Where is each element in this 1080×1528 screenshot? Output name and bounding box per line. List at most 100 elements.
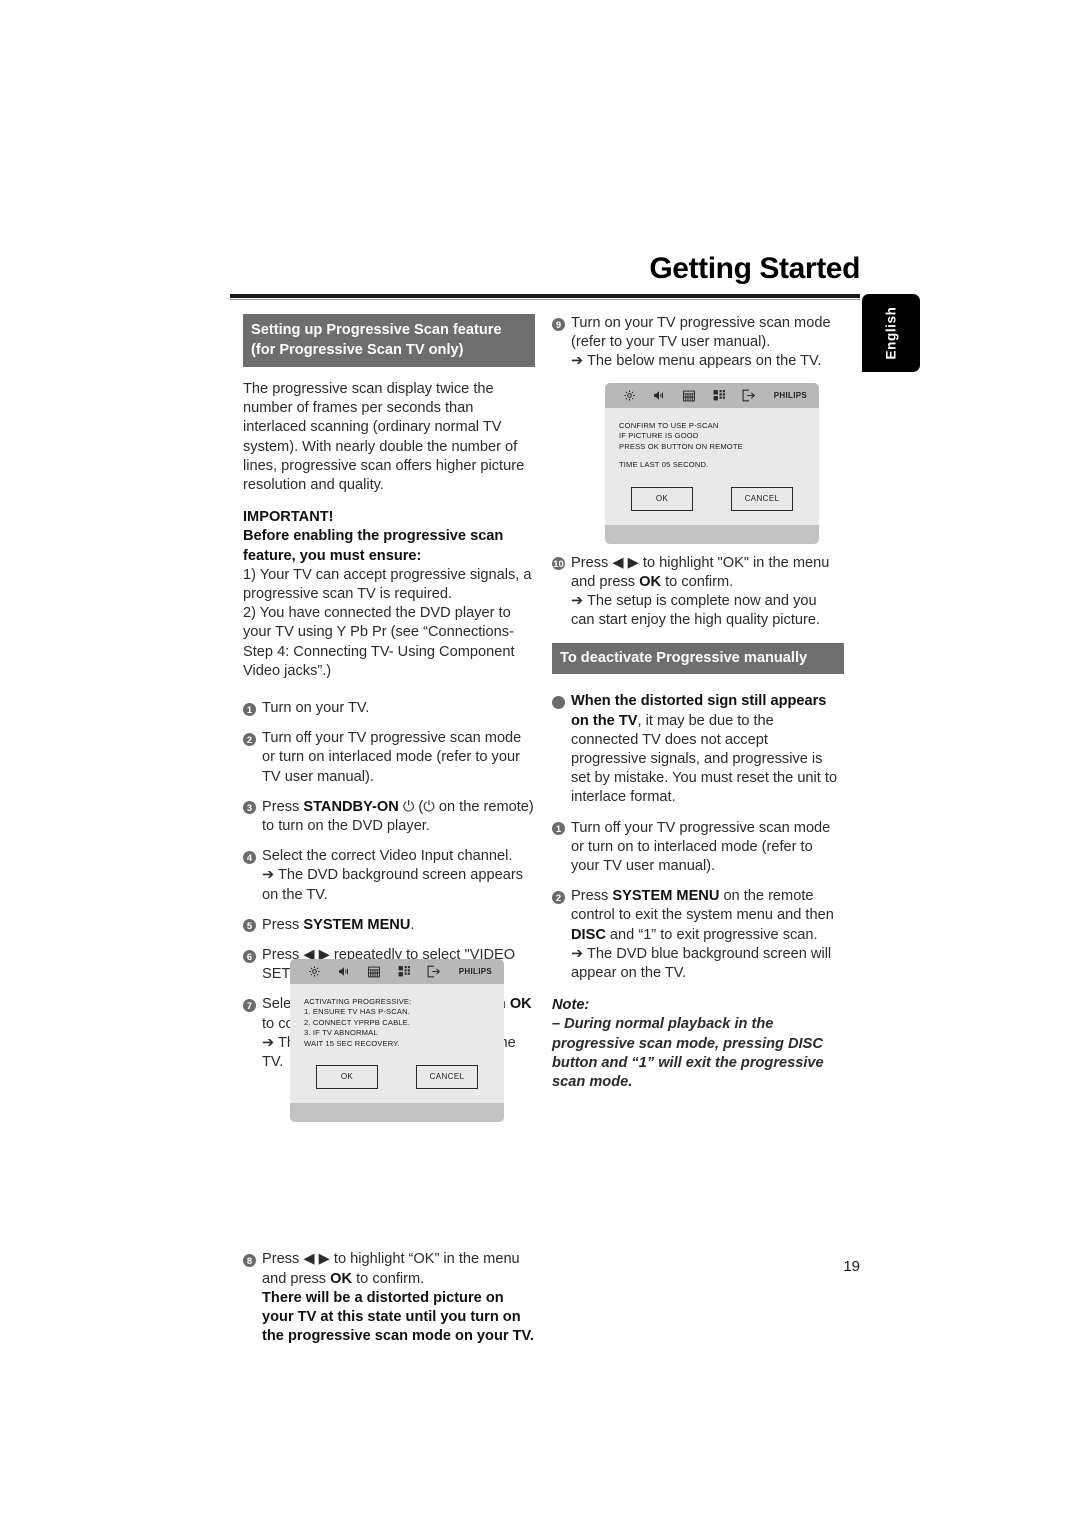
note-body: – During normal playback in the progress… xyxy=(552,1016,824,1091)
step-1: 1 Turn on your TV. xyxy=(243,699,535,718)
ensure-item-2: 2) You have connected the DVD player to … xyxy=(243,605,515,679)
osd-message-body: ACTIVATING PROGRESSIVE: 1. ENSURE TV HAS… xyxy=(290,984,504,1049)
speaker-icon xyxy=(329,965,359,978)
step-text: Turn on your TV progressive scan mode (r… xyxy=(571,315,831,351)
step-number-badge: 1 xyxy=(552,822,565,836)
step-result: ➔ The DVD background screen appears on t… xyxy=(262,867,524,903)
osd-line: 2. CONNECT YPRPB CABLE. xyxy=(304,1017,411,1027)
step-keyword-standby-on: STANDBY-ON xyxy=(303,798,399,815)
step-text-end: and “1” to exit progressive scan. xyxy=(605,926,818,943)
step-9: 9 Turn on your TV progressive scan mode … xyxy=(552,314,844,372)
step-number-badge: 4 xyxy=(243,850,256,864)
left-column: Setting up Progressive Scan feature (for… xyxy=(243,314,535,1346)
exit-arrow-icon xyxy=(419,965,449,978)
step-keyword-system-menu: SYSTEM MENU xyxy=(612,888,720,905)
osd-ok-button[interactable]: OK xyxy=(631,486,693,511)
philips-logo: PHILIPS xyxy=(458,966,492,976)
step-number-badge: 5 xyxy=(243,919,256,933)
step-text: Turn on your TV. xyxy=(262,700,370,717)
step-keyword-system-menu: SYSTEM MENU xyxy=(303,916,411,933)
manual-page: Getting Started English Setting up Progr… xyxy=(0,0,1080,1528)
speaker-icon xyxy=(644,389,674,402)
step-text: Select the correct Video Input channel. xyxy=(262,848,513,865)
step-number-badge: 1 xyxy=(243,702,256,716)
step-number-badge: 8 xyxy=(243,1253,256,1267)
osd-line: ACTIVATING PROGRESSIVE: xyxy=(304,997,412,1006)
osd-line: IF PICTURE IS GOOD xyxy=(619,431,699,441)
step-8: 8 Press ◀ ▶ to highlight “OK” in the men… xyxy=(243,1250,535,1346)
step-4: 4 Select the correct Video Input channel… xyxy=(243,847,535,905)
gear-icon xyxy=(299,965,329,978)
distorted-picture-warning: There will be a distorted picture on you… xyxy=(262,1289,534,1345)
step-result: ➔ The below menu appears on the TV. xyxy=(571,353,822,370)
step-5: 5 Press SYSTEM MENU. xyxy=(243,916,535,935)
osd-footer-bar xyxy=(605,524,819,544)
preferences-grid-icon xyxy=(704,389,734,402)
osd-line: TIME LAST 05 SECOND. xyxy=(619,460,709,470)
osd-line: CONFIRM TO USE P-SCAN xyxy=(619,421,719,430)
tv-osd-activating-progressive: PHILIPS ACTIVATING PROGRESSIVE: 1. ENSUR… xyxy=(290,959,504,1123)
right-column: 9 Turn on your TV progressive scan mode … xyxy=(552,314,844,1092)
important-label: IMPORTANT! xyxy=(243,509,334,526)
osd-footer-bar xyxy=(290,1103,504,1123)
header-divider xyxy=(230,294,860,298)
philips-logo: PHILIPS xyxy=(773,390,807,400)
language-tab-label: English xyxy=(883,306,899,360)
step-keyword-ok: OK xyxy=(639,573,662,590)
osd-line: 3. IF TV ABNORMAL xyxy=(304,1028,378,1038)
step-number-badge: 10 xyxy=(552,557,565,571)
section-heading-progressive-setup: Setting up Progressive Scan feature (for… xyxy=(243,314,535,367)
display-icon xyxy=(359,966,389,978)
step-number-badge: 2 xyxy=(243,732,256,746)
step-number-badge: 3 xyxy=(243,801,256,815)
display-icon xyxy=(674,390,704,402)
bullet-dot-icon xyxy=(552,695,565,709)
osd-line: WAIT 15 SEC RECOVERY. xyxy=(304,1038,400,1048)
section-heading-deactivate-progressive: To deactivate Progressive manually xyxy=(552,643,844,675)
osd-ok-button[interactable]: OK xyxy=(316,1065,378,1090)
step-number-badge: 2 xyxy=(552,890,565,904)
step-text-mid: to confirm. xyxy=(352,1270,425,1287)
note-title: Note: xyxy=(552,997,590,1014)
important-lead: Before enabling the progressive scan fea… xyxy=(243,528,504,564)
osd-line: 1. ENSURE TV HAS P-SCAN. xyxy=(304,1007,411,1017)
step-2: 2 Turn off your TV progressive scan mode… xyxy=(243,729,535,787)
step-10: 10 Press ◀ ▶ to highlight "OK" in the me… xyxy=(552,554,844,631)
step-text-before: Press xyxy=(262,798,304,815)
deactivate-step-1: 1 Turn off your TV progressive scan mode… xyxy=(552,819,844,877)
step-keyword-ok: OK xyxy=(509,996,532,1013)
step-text: Turn off your TV progressive scan mode o… xyxy=(571,819,831,875)
language-tab: English xyxy=(862,294,920,372)
intro-paragraph: The progressive scan display twice the n… xyxy=(243,381,525,494)
step-text: Turn off your TV progressive scan mode o… xyxy=(262,730,522,785)
osd-message-body: CONFIRM TO USE P-SCAN IF PICTURE IS GOOD… xyxy=(605,408,819,471)
step-result: ➔ The DVD blue background screen will ap… xyxy=(571,945,832,982)
ensure-item-1: 1) Your TV can accept progressive signal… xyxy=(243,566,532,603)
step-result: ➔ The setup is complete now and you can … xyxy=(571,593,821,629)
osd-button-row: OK CANCEL xyxy=(290,1049,504,1103)
step-number-badge: 6 xyxy=(243,949,256,963)
step-keyword-ok: OK xyxy=(330,1270,353,1287)
gear-icon xyxy=(614,389,644,402)
step-keyword-disc: DISC xyxy=(571,926,606,943)
step-text-before: Press xyxy=(571,888,613,905)
step-number-badge: 7 xyxy=(243,998,256,1012)
deactivate-note-bullet: When the distorted sign still appears on… xyxy=(552,692,844,807)
exit-arrow-icon xyxy=(734,389,764,402)
osd-button-row: OK CANCEL xyxy=(605,471,819,525)
page-title: Getting Started xyxy=(649,252,860,285)
osd-icon-bar: PHILIPS xyxy=(290,959,504,984)
step-text-mid: . xyxy=(410,916,415,933)
preferences-grid-icon xyxy=(389,965,419,978)
deactivate-step-2: 2 Press SYSTEM MENU on the remote contro… xyxy=(552,887,844,983)
step-number-badge: 9 xyxy=(552,317,565,331)
osd-cancel-button[interactable]: CANCEL xyxy=(731,486,793,511)
step-3: 3 Press STANDBY-ON ⏻ (⏻ on the remote) t… xyxy=(243,798,535,836)
tv-osd-confirm-pscan: PHILIPS CONFIRM TO USE P-SCAN IF PICTURE… xyxy=(605,383,819,544)
header-divider-thin xyxy=(230,299,860,300)
osd-line: PRESS OK BUTTON ON REMOTE xyxy=(619,441,743,451)
osd-cancel-button[interactable]: CANCEL xyxy=(416,1065,478,1090)
step-text-mid: to confirm. xyxy=(661,573,734,590)
step-text-before: Press xyxy=(262,916,304,933)
osd-icon-bar: PHILIPS xyxy=(605,383,819,408)
